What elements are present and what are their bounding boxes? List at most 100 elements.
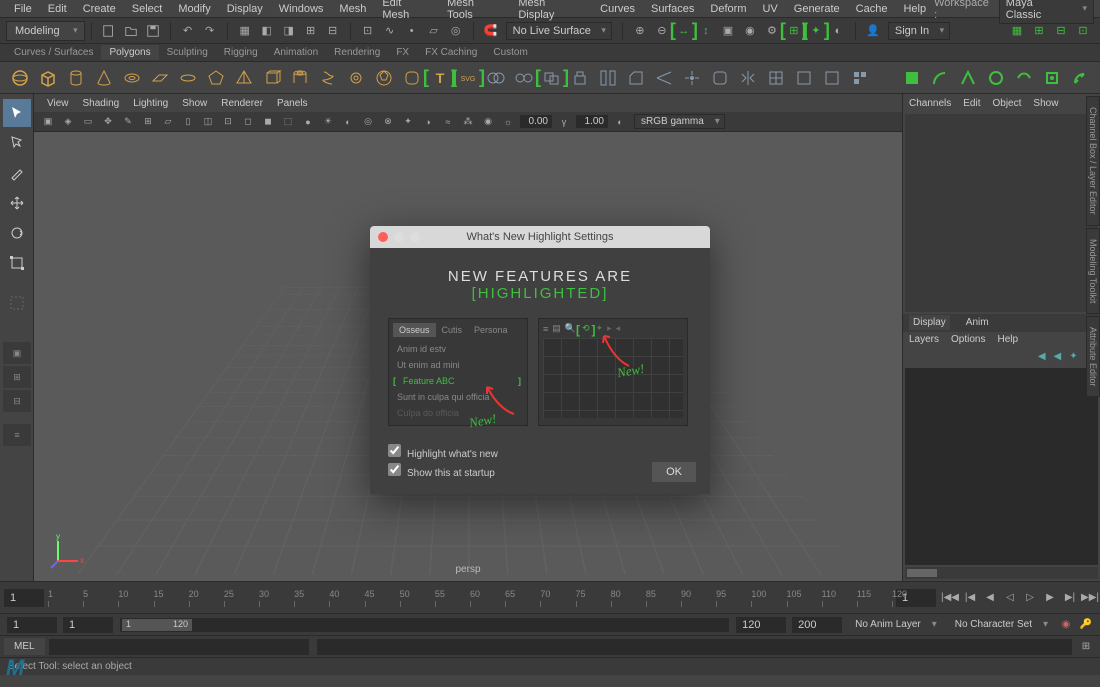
xgen7-icon[interactable]	[1067, 65, 1093, 91]
poly-torus-icon[interactable]	[119, 65, 145, 91]
vp-motion-blur-icon[interactable]: ≈	[440, 114, 456, 130]
menu-curves[interactable]: Curves	[592, 3, 643, 15]
poly-platonic-icon[interactable]	[203, 65, 229, 91]
crease-sets-icon[interactable]	[819, 65, 845, 91]
sym-x-icon[interactable]: ↔	[674, 21, 694, 41]
shelf-tab-curves[interactable]: Curves / Surfaces	[6, 45, 101, 60]
step-back-key-icon[interactable]: |◀	[961, 589, 979, 607]
layer-list[interactable]	[905, 368, 1098, 566]
menu-mesh-display[interactable]: Mesh Display	[510, 0, 592, 21]
vp-exposure-icon[interactable]: ☼	[500, 114, 516, 130]
list-item[interactable]: Anim id estv	[393, 341, 523, 357]
select-mask3-icon[interactable]: ◨	[279, 21, 299, 41]
target-weld-icon[interactable]	[679, 65, 705, 91]
vp-view-transform-icon[interactable]: ◐	[612, 114, 628, 130]
channels-tab[interactable]: Channels	[909, 98, 951, 109]
vp-res-gate-icon[interactable]: ▯	[180, 114, 196, 130]
vp-film-gate-icon[interactable]: ▱	[160, 114, 176, 130]
smooth-icon[interactable]	[707, 65, 733, 91]
command-input[interactable]	[49, 639, 309, 655]
layer-tab-anim[interactable]: Anim	[962, 315, 993, 330]
menu-display[interactable]: Display	[219, 3, 271, 15]
range-slider-handle[interactable]: 1 120	[122, 619, 192, 631]
poly-gear-icon[interactable]	[343, 65, 369, 91]
rotate-tool[interactable]	[3, 219, 31, 247]
preview-tab-osseus[interactable]: Osseus	[393, 323, 436, 337]
xgen-icon[interactable]	[899, 65, 925, 91]
shelf-tab-polygons[interactable]: Polygons	[101, 45, 158, 60]
vp-shading[interactable]: Shading	[76, 98, 127, 109]
select-mask2-icon[interactable]: ◧	[257, 21, 277, 41]
combine-icon[interactable]	[483, 65, 509, 91]
vp-shadows-icon[interactable]: ◐	[340, 114, 356, 130]
vp-2d-pan-icon[interactable]: ✥	[100, 114, 116, 130]
preview-tab-persona[interactable]: Persona	[468, 323, 514, 337]
panel-layout2-icon[interactable]: ⊞	[1029, 21, 1049, 41]
vp-view-transform-select[interactable]: sRGB gamma	[634, 114, 725, 129]
channels-edit[interactable]: Edit	[963, 98, 980, 109]
vp-xray-icon[interactable]: ⊗	[380, 114, 396, 130]
sign-in-button[interactable]: Sign In	[888, 22, 950, 40]
xgen4-icon[interactable]	[983, 65, 1009, 91]
snap-point-icon[interactable]: •	[402, 21, 422, 41]
poly-cube-icon[interactable]	[35, 65, 61, 91]
panel-layout3-icon[interactable]: ⊟	[1051, 21, 1071, 41]
history-icon[interactable]: ⊖	[652, 21, 672, 41]
poly-helix-icon[interactable]	[315, 65, 341, 91]
workspace-selector[interactable]: Maya Classic	[999, 0, 1094, 24]
vp-panels[interactable]: Panels	[270, 98, 315, 109]
new-scene-icon[interactable]	[99, 21, 119, 41]
vp-field-chart-icon[interactable]: ⊡	[220, 114, 236, 130]
highlight-whats-new-checkbox[interactable]: Highlight what's new	[388, 444, 692, 460]
layer-move-down-icon[interactable]: ◀	[1054, 351, 1062, 362]
shelf-tab-sculpting[interactable]: Sculpting	[159, 45, 216, 60]
vp-grease-icon[interactable]: ✎	[120, 114, 136, 130]
render-setup-icon[interactable]: ⊞	[784, 21, 804, 41]
vp-use-lights-icon[interactable]: ☀	[320, 114, 336, 130]
tab-modeling-toolkit[interactable]: Modeling Toolkit	[1086, 228, 1100, 314]
open-scene-icon[interactable]	[121, 21, 141, 41]
menu-select[interactable]: Select	[124, 3, 171, 15]
sculpt-icon[interactable]	[847, 65, 873, 91]
time-ticks[interactable]: 1510152025303540455055606570758085909510…	[48, 589, 892, 607]
construction-icon[interactable]: ⊕	[630, 21, 650, 41]
menu-windows[interactable]: Windows	[271, 3, 332, 15]
step-forward-key-icon[interactable]: ▶|	[1061, 589, 1079, 607]
sym-y-icon[interactable]: ↕	[696, 21, 716, 41]
vp-view[interactable]: View	[40, 98, 76, 109]
mel-button[interactable]: MEL	[4, 638, 45, 655]
poly-pyramid-icon[interactable]	[231, 65, 257, 91]
layer-move-up-icon[interactable]: ◀	[1038, 351, 1046, 362]
menu-surfaces[interactable]: Surfaces	[643, 3, 702, 15]
vp-safe-title-icon[interactable]: ◼	[260, 114, 276, 130]
redo-icon[interactable]: ↷	[200, 21, 220, 41]
play-forward-icon[interactable]: ▷	[1021, 589, 1039, 607]
mirror-icon[interactable]	[735, 65, 761, 91]
vp-exposure-field[interactable]: 0.00	[520, 115, 552, 128]
range-playend-field[interactable]: 120	[736, 617, 786, 633]
range-playstart-field[interactable]: 1	[63, 617, 113, 633]
menu-deform[interactable]: Deform	[702, 3, 754, 15]
range-slider-track[interactable]: 1 120	[120, 618, 729, 632]
vp-multisample-icon[interactable]: ⁂	[460, 114, 476, 130]
menu-mesh[interactable]: Mesh	[331, 3, 374, 15]
show-at-startup-checkbox[interactable]: Show this at startup	[388, 463, 692, 479]
vp-select-cam-icon[interactable]: ▣	[40, 114, 56, 130]
boolean-icon[interactable]	[539, 65, 565, 91]
layout-outliner-icon[interactable]: ⊟	[3, 390, 31, 412]
preview-tab-cutis[interactable]: Cutis	[436, 323, 469, 337]
layout-four-icon[interactable]: ⊞	[3, 366, 31, 388]
xgen3-icon[interactable]	[955, 65, 981, 91]
poly-pipe-icon[interactable]	[287, 65, 313, 91]
layers-menu-layers[interactable]: Layers	[909, 334, 939, 345]
menu-mesh-tools[interactable]: Mesh Tools	[439, 0, 510, 21]
go-to-end-icon[interactable]: ▶▶|	[1081, 589, 1099, 607]
mode-selector[interactable]: Modeling	[6, 21, 85, 41]
step-back-icon[interactable]: ◀	[981, 589, 999, 607]
minimize-icon[interactable]	[394, 232, 404, 242]
xgen2-icon[interactable]	[927, 65, 953, 91]
xgen5-icon[interactable]	[1011, 65, 1037, 91]
script-editor-icon[interactable]: ⊞	[1077, 638, 1095, 656]
play-back-icon[interactable]: ◁	[1001, 589, 1019, 607]
vp-xray-joints-icon[interactable]: ✦	[400, 114, 416, 130]
